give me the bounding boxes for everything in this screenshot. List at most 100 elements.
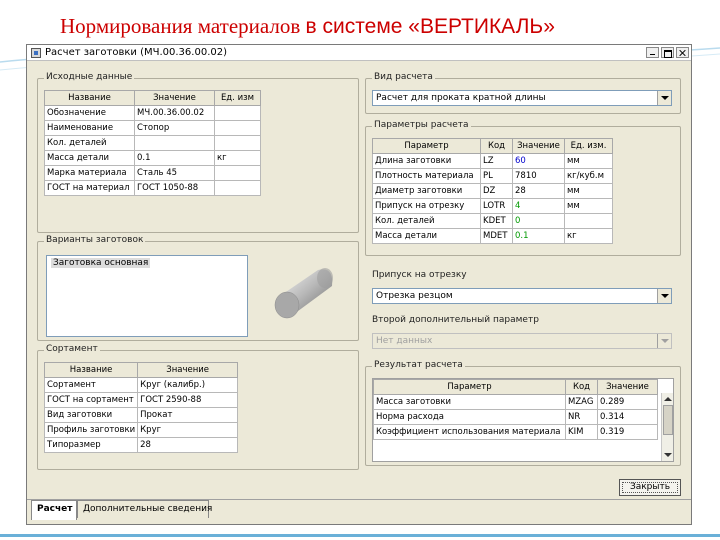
- focus-rect: [622, 482, 678, 493]
- col-header[interactable]: Код: [480, 138, 513, 154]
- window-titlebar[interactable]: Расчет заготовки (МЧ.00.36.00.02): [27, 45, 691, 61]
- table-cell[interactable]: [214, 165, 261, 181]
- table-row[interactable]: Кол. деталей: [44, 135, 261, 151]
- minimize-button[interactable]: [646, 47, 659, 58]
- calc-type-group: Вид расчета Расчет для проката кратной д…: [365, 72, 681, 114]
- col-header[interactable]: Название: [44, 90, 135, 106]
- result-grid-frame: Параметр Код Значение Масса заготовки MZ…: [372, 378, 674, 462]
- table-cell[interactable]: Круг (калибр.): [137, 377, 239, 393]
- blank-calculation-window: Расчет заготовки (МЧ.00.36.00.02) Исходн…: [26, 44, 692, 525]
- tab-additional-info[interactable]: Дополнительные сведения: [77, 500, 212, 518]
- table-cell[interactable]: [214, 105, 261, 121]
- list-item[interactable]: Заготовка основная: [51, 258, 151, 268]
- blank-variants-list[interactable]: Заготовка основная: [46, 255, 248, 337]
- chevron-down-icon[interactable]: [657, 289, 671, 303]
- slide-bottom-line: [0, 534, 720, 537]
- table-cell[interactable]: кг: [214, 150, 261, 166]
- slide-title-part1: Нормирования материалов: [60, 14, 306, 38]
- table-cell[interactable]: [214, 135, 261, 151]
- table-cell: Масса детали: [44, 150, 135, 166]
- table-cell: PL: [480, 168, 513, 184]
- scroll-down-icon[interactable]: [663, 450, 673, 460]
- close-button[interactable]: Закрыть: [619, 479, 681, 496]
- table-row[interactable]: Длина заготовки LZ 60 мм: [372, 153, 613, 169]
- table-cell: Длина заготовки: [372, 153, 481, 169]
- col-header[interactable]: Код: [565, 379, 598, 395]
- table-cell: MZAG: [565, 394, 598, 410]
- table-row[interactable]: ГОСТ на сортамент ГОСТ 2590-88: [43, 392, 239, 408]
- table-cell[interactable]: 7810: [512, 168, 565, 184]
- table-row[interactable]: Коэффициент использования материала KIM …: [373, 424, 658, 440]
- col-header[interactable]: Ед. изм: [214, 90, 261, 106]
- close-window-button[interactable]: [676, 47, 689, 58]
- calc-type-legend: Вид расчета: [372, 72, 435, 82]
- col-header[interactable]: Название: [43, 362, 139, 378]
- table-cell: Наименование: [44, 120, 135, 136]
- table-row[interactable]: Масса заготовки MZAG 0.289: [373, 394, 658, 410]
- table-row[interactable]: Норма расхода NR 0.314: [373, 409, 658, 425]
- col-header[interactable]: Значение: [137, 362, 239, 378]
- table-cell[interactable]: 28: [137, 437, 239, 453]
- table-cell[interactable]: 60: [512, 153, 565, 169]
- table-cell[interactable]: 4: [512, 198, 565, 214]
- table-cell: Диаметр заготовки: [372, 183, 481, 199]
- result-group: Результат расчета Параметр Код Значение …: [365, 360, 681, 466]
- tab-calculation[interactable]: Расчет: [31, 500, 77, 520]
- table-row[interactable]: Масса детали 0.1 кг: [44, 150, 261, 166]
- scroll-up-icon[interactable]: [663, 394, 673, 404]
- table-row[interactable]: Припуск на отрезку LOTR 4 мм: [372, 198, 613, 214]
- table-cell[interactable]: 0: [512, 213, 565, 229]
- maximize-button[interactable]: [661, 47, 674, 58]
- table-cell[interactable]: Стопор: [134, 120, 215, 136]
- scroll-thumb[interactable]: [663, 405, 673, 435]
- calc-params-group: Параметры расчета Параметр Код Значение …: [365, 120, 681, 349]
- table-row[interactable]: Вид заготовки Прокат: [43, 407, 239, 423]
- table-cell[interactable]: МЧ.00.36.00.02: [134, 105, 215, 121]
- table-row[interactable]: Сортамент Круг (калибр.): [43, 377, 239, 393]
- table-cell: 0.314: [597, 409, 658, 425]
- result-table: Параметр Код Значение Масса заготовки MZ…: [373, 379, 658, 440]
- col-header[interactable]: Параметр: [373, 379, 566, 395]
- chevron-down-icon: [657, 334, 671, 348]
- table-row[interactable]: Обозначение МЧ.00.36.00.02: [44, 105, 261, 121]
- table-cell: KIM: [565, 424, 598, 440]
- table-cell[interactable]: [134, 135, 215, 151]
- assortment-legend: Сортамент: [44, 344, 100, 354]
- assortment-group: Сортамент Название Значение Сортамент Кр…: [37, 344, 359, 470]
- table-cell: Коэффициент использования материала: [373, 424, 566, 440]
- table-cell: 0.289: [597, 394, 658, 410]
- calc-type-select[interactable]: Расчет для проката кратной длины: [372, 90, 672, 106]
- col-header[interactable]: Значение: [512, 138, 565, 154]
- col-header[interactable]: Параметр: [372, 138, 481, 154]
- table-cell[interactable]: Сталь 45: [134, 165, 215, 181]
- calc-type-value: Расчет для проката кратной длины: [376, 93, 546, 103]
- blank-variants-legend: Варианты заготовок: [44, 235, 146, 245]
- table-cell[interactable]: Прокат: [137, 407, 239, 423]
- table-cell[interactable]: 0.1: [134, 150, 215, 166]
- table-row[interactable]: Наименование Стопор: [44, 120, 261, 136]
- table-row[interactable]: Профиль заготовки Круг: [43, 422, 239, 438]
- window-title: Расчет заготовки (МЧ.00.36.00.02): [45, 47, 227, 58]
- table-cell[interactable]: 28: [512, 183, 565, 199]
- table-row[interactable]: Плотность материала PL 7810 кг/куб.м: [372, 168, 613, 184]
- table-cell[interactable]: ГОСТ 2590-88: [137, 392, 239, 408]
- col-header[interactable]: Значение: [597, 379, 658, 395]
- table-row[interactable]: Марка материала Сталь 45: [44, 165, 261, 181]
- col-header[interactable]: Значение: [134, 90, 215, 106]
- table-cell: Кол. деталей: [44, 135, 135, 151]
- table-row[interactable]: ГОСТ на материал ГОСТ 1050-88: [44, 180, 261, 196]
- table-cell[interactable]: Круг: [137, 422, 239, 438]
- table-cell[interactable]: [214, 120, 261, 136]
- table-cell[interactable]: ГОСТ 1050-88: [134, 180, 215, 196]
- table-row[interactable]: Масса детали MDET 0.1 кг: [372, 228, 613, 244]
- col-header[interactable]: Ед. изм.: [564, 138, 613, 154]
- table-row[interactable]: Кол. деталей KDET 0: [372, 213, 613, 229]
- table-cell[interactable]: [214, 180, 261, 196]
- table-row[interactable]: Диаметр заготовки DZ 28 мм: [372, 183, 613, 199]
- table-row[interactable]: Типоразмер 28: [43, 437, 239, 453]
- chevron-down-icon[interactable]: [657, 91, 671, 105]
- allowance-label: Припуск на отрезку: [372, 270, 467, 280]
- allowance-select[interactable]: Отрезка резцом: [372, 288, 672, 304]
- table-cell[interactable]: 0.1: [512, 228, 565, 244]
- result-scrollbar[interactable]: [661, 393, 673, 461]
